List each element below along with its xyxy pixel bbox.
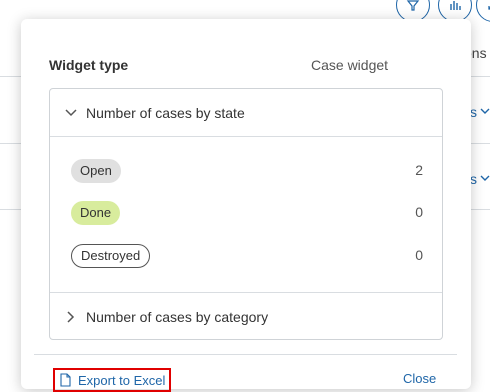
section-divider xyxy=(50,136,442,137)
footer-divider xyxy=(34,354,457,355)
state-row-open: Open 2 xyxy=(71,159,423,183)
state-count: 2 xyxy=(415,162,423,178)
expand-icon xyxy=(488,6,490,10)
chevron-down-icon xyxy=(65,109,77,117)
export-to-excel-button[interactable]: Export to Excel xyxy=(53,368,171,392)
chevron-down-icon xyxy=(480,175,490,181)
section-title: Number of cases by state xyxy=(86,105,245,121)
filter-icon xyxy=(406,0,420,11)
widget-type-label: Widget type xyxy=(49,57,129,73)
widget-popup: Widget type Case widget Number of cases … xyxy=(21,19,471,392)
status-badge: Open xyxy=(71,159,121,183)
status-badge: Destroyed xyxy=(71,244,151,268)
state-count: 0 xyxy=(415,247,423,263)
section-header-by-state[interactable]: Number of cases by state xyxy=(50,89,442,137)
widget-type-value: Case widget xyxy=(311,57,389,73)
state-row-destroyed: Destroyed 0 xyxy=(71,244,423,268)
bar-chart-icon xyxy=(450,1,461,10)
expand-button[interactable] xyxy=(476,0,490,22)
chevron-right-icon xyxy=(67,311,75,323)
close-button[interactable]: Close xyxy=(403,371,436,386)
state-count: 0 xyxy=(415,204,423,220)
row-action-link[interactable]: s xyxy=(470,171,477,187)
export-label: Export to Excel xyxy=(78,372,166,388)
state-row-done: Done 0 xyxy=(71,201,423,225)
chevron-down-icon xyxy=(480,108,490,114)
widget-breakdown-panel: Number of cases by state Open 2 Done 0 D… xyxy=(49,88,443,340)
excel-file-icon xyxy=(60,373,71,387)
section-header-by-category[interactable]: Number of cases by category xyxy=(50,293,442,341)
section-title: Number of cases by category xyxy=(86,309,269,325)
row-action-link[interactable]: s xyxy=(470,104,477,120)
status-badge: Done xyxy=(71,201,121,225)
